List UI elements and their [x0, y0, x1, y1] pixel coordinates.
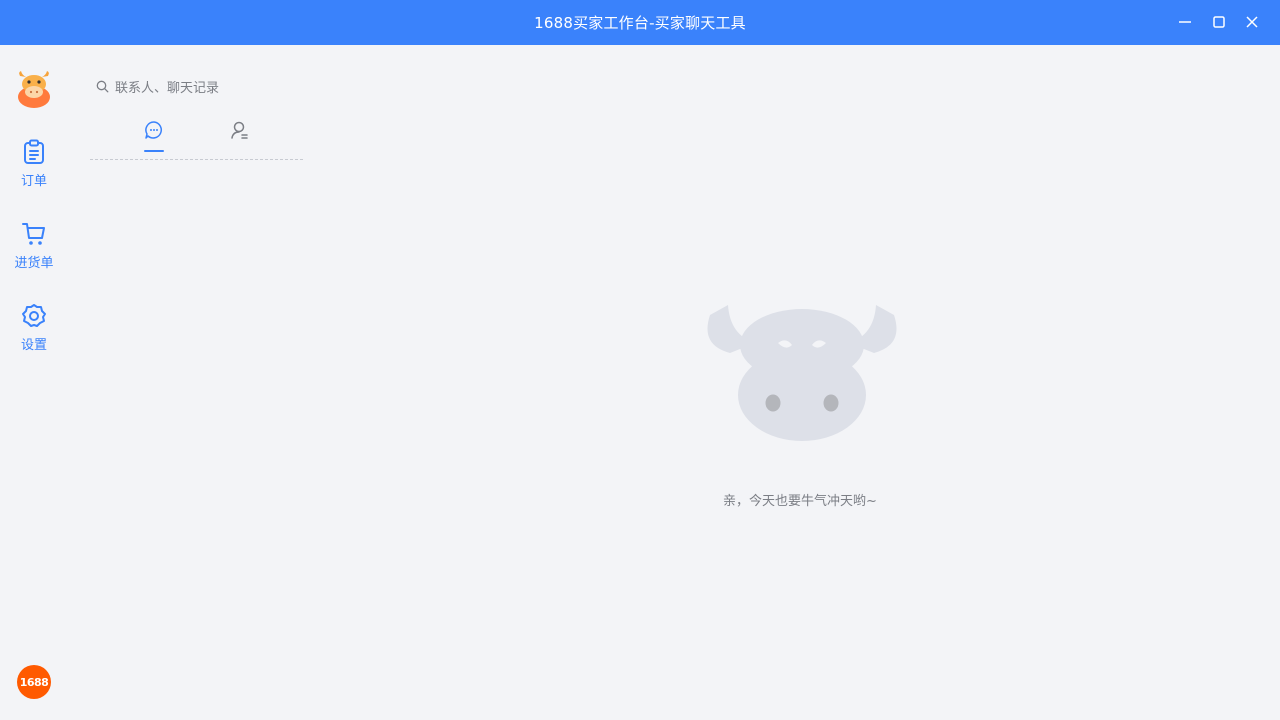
cow-avatar-icon: [18, 71, 50, 108]
tab-contacts[interactable]: [228, 120, 252, 156]
close-button[interactable]: [1242, 12, 1262, 32]
minimize-button[interactable]: [1175, 12, 1195, 32]
search-input[interactable]: 联系人、聊天记录: [96, 76, 316, 96]
empty-state-message: 亲，今天也要牛气冲天哟~: [723, 494, 877, 509]
close-icon: [1246, 16, 1258, 28]
search-icon: [96, 80, 109, 92]
cow-mascot-icon: [707, 305, 897, 441]
active-tab-indicator: [144, 150, 164, 152]
sidebar-item-settings[interactable]: 设置: [0, 302, 68, 362]
brand-logo[interactable]: 1688: [17, 665, 51, 699]
user-avatar[interactable]: [17, 70, 51, 108]
minimize-icon: [1179, 21, 1191, 23]
contact-list-icon: [231, 121, 248, 139]
title-bar: 1688买家工作台-买家聊天工具: [0, 0, 1280, 45]
cart-icon: [21, 220, 47, 248]
sidebar-item-label: 订单: [20, 174, 47, 189]
sidebar-item-orders[interactable]: 订单: [0, 138, 68, 198]
window-title: 1688买家工作台-买家聊天工具: [534, 14, 746, 32]
conversation-tabs: [90, 118, 303, 160]
sidebar-item-label: 设置: [20, 338, 47, 353]
sidebar-item-cart[interactable]: 进货单: [0, 220, 68, 280]
chat-bubble-icon: [145, 121, 162, 139]
search-placeholder: 联系人、聊天记录: [115, 80, 220, 96]
tab-chat[interactable]: [142, 120, 166, 156]
cow-mascot-illustration: [700, 295, 904, 445]
sidebar-item-label: 进货单: [14, 256, 54, 271]
maximize-button[interactable]: [1209, 12, 1229, 32]
maximize-icon: [1213, 16, 1225, 28]
gear-icon: [21, 302, 47, 330]
sidebar: 订单 进货单 设置 1688: [0, 45, 68, 720]
clipboard-icon: [21, 138, 47, 166]
